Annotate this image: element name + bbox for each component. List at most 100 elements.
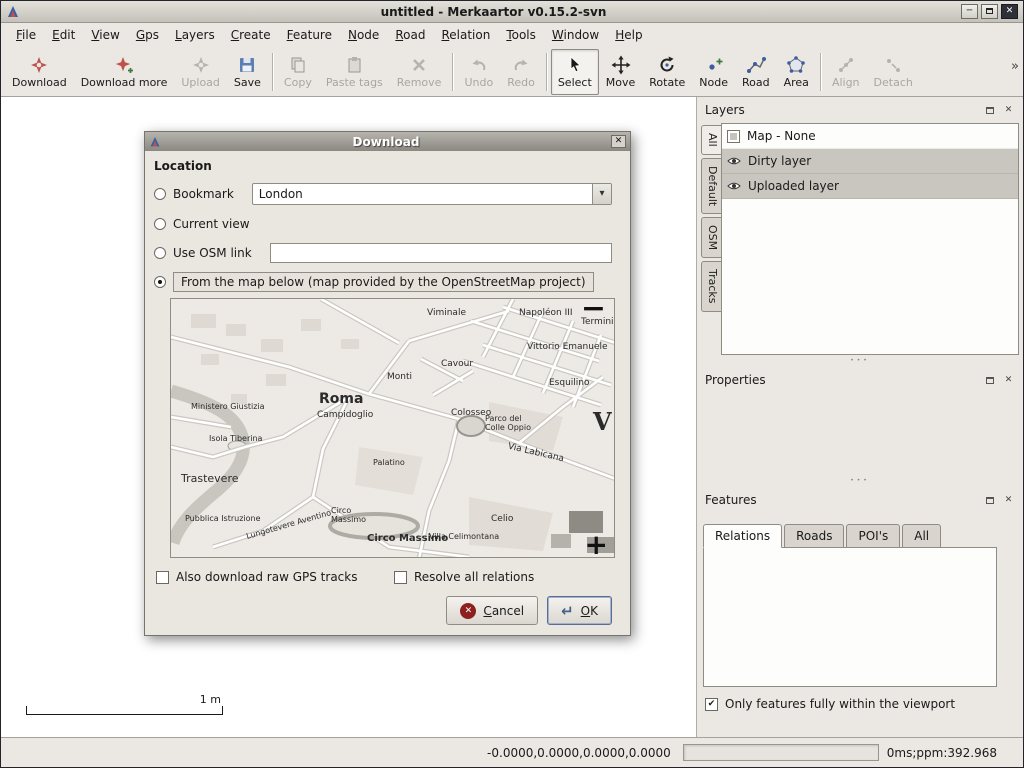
properties-close-button[interactable]: ✕: [1002, 374, 1015, 386]
radio-use-osm-link-label[interactable]: Use OSM link: [173, 246, 252, 260]
features-tab-relations[interactable]: Relations: [703, 524, 782, 548]
features-dock-header: Features ✕: [701, 491, 1019, 509]
float-icon: [986, 497, 994, 504]
radio-current-view-label[interactable]: Current view: [173, 217, 250, 231]
menu-node[interactable]: Node: [341, 25, 386, 45]
gps-tracks-checkbox[interactable]: [156, 571, 169, 584]
features-close-button[interactable]: ✕: [1002, 494, 1015, 506]
menu-file[interactable]: File: [9, 25, 43, 45]
layers-tab-default[interactable]: Default: [701, 158, 721, 214]
select-cursor-icon: [565, 55, 585, 75]
select-button[interactable]: Select: [551, 49, 599, 95]
features-tab-roads[interactable]: Roads: [784, 524, 844, 548]
menu-window[interactable]: Window: [545, 25, 606, 45]
upload-button[interactable]: Upload: [174, 49, 227, 95]
layer-visibility-checkbox[interactable]: [727, 130, 740, 143]
copy-icon: [288, 55, 308, 75]
road-button[interactable]: Road: [735, 49, 777, 95]
rotate-icon: [657, 55, 677, 75]
layers-tab-osm[interactable]: OSM: [701, 217, 721, 258]
dialog-close-button[interactable]: ✕: [611, 135, 626, 148]
redo-button[interactable]: Redo: [500, 49, 542, 95]
map-place-label: Isola Tiberina: [209, 435, 262, 444]
node-icon: [704, 55, 724, 75]
layers-tab-all[interactable]: All: [701, 125, 721, 155]
radio-bookmark[interactable]: [154, 188, 166, 200]
features-float-button[interactable]: [983, 494, 996, 506]
features-tab-all[interactable]: All: [902, 524, 941, 548]
minimize-button[interactable]: ─: [961, 4, 978, 19]
map-place-label: Trastevere: [181, 473, 239, 485]
menu-layers[interactable]: Layers: [168, 25, 222, 45]
maximize-button[interactable]: [981, 4, 998, 19]
radio-from-map[interactable]: [154, 276, 166, 288]
bookmark-combobox[interactable]: London ▾: [252, 183, 612, 205]
undo-button[interactable]: Undo: [457, 49, 500, 95]
toolbar-overflow-chevron[interactable]: »: [1011, 59, 1019, 74]
align-button[interactable]: Align: [825, 49, 867, 95]
radio-from-map-label[interactable]: From the map below (map provided by the …: [173, 272, 594, 292]
menu-create[interactable]: Create: [224, 25, 278, 45]
layer-row-dirty[interactable]: Dirty layer: [722, 149, 1018, 174]
node-button[interactable]: Node: [692, 49, 735, 95]
dialog-map[interactable]: − + ViminaleNapoléon IIITerminiVittorio …: [170, 298, 615, 558]
gps-tracks-label[interactable]: Also download raw GPS tracks: [176, 570, 357, 584]
titlebar[interactable]: untitled - Merkaartor v0.15.2-svn ─ ✕: [1, 1, 1023, 23]
save-button[interactable]: Save: [227, 49, 268, 95]
properties-resize-grip[interactable]: •••: [701, 475, 1019, 487]
radio-bookmark-label[interactable]: Bookmark: [173, 187, 234, 201]
layer-list[interactable]: Map - None Dirty layer Uploaded layer: [721, 123, 1019, 355]
ok-button[interactable]: ↵ OK: [547, 596, 612, 625]
layers-resize-grip[interactable]: •••: [701, 355, 1019, 367]
app-icon: [6, 5, 20, 19]
menu-gps[interactable]: Gps: [129, 25, 166, 45]
upload-icon: [191, 55, 211, 75]
float-icon: [986, 377, 994, 384]
download-more-button[interactable]: Download more: [74, 49, 175, 95]
radio-current-view[interactable]: [154, 218, 166, 230]
area-button[interactable]: Area: [777, 49, 816, 95]
resolve-relations-label[interactable]: Resolve all relations: [414, 570, 534, 584]
toolbar-separator: [272, 53, 273, 91]
resolve-relations-checkbox[interactable]: [394, 571, 407, 584]
radio-use-osm-link[interactable]: [154, 247, 166, 259]
menu-edit[interactable]: Edit: [45, 25, 82, 45]
location-group-label: Location: [154, 159, 612, 173]
zoom-in-button[interactable]: +: [585, 528, 608, 558]
rotate-button[interactable]: Rotate: [642, 49, 692, 95]
scale-label: 1 m: [200, 693, 221, 706]
chevron-down-icon[interactable]: ▾: [592, 184, 611, 204]
float-icon: [986, 107, 994, 114]
menu-feature[interactable]: Feature: [280, 25, 339, 45]
remove-button[interactable]: Remove: [390, 49, 449, 95]
osm-link-input[interactable]: [270, 243, 612, 263]
menu-relation[interactable]: Relation: [434, 25, 497, 45]
copy-button[interactable]: Copy: [277, 49, 319, 95]
cancel-button[interactable]: ✕ Cancel: [446, 596, 538, 625]
detach-button[interactable]: Detach: [867, 49, 920, 95]
bookmark-combobox-value: London: [259, 187, 303, 201]
eye-icon[interactable]: [727, 155, 741, 167]
paste-tags-button[interactable]: Paste tags: [319, 49, 390, 95]
align-icon: [836, 55, 856, 75]
download-button[interactable]: Download: [5, 49, 74, 95]
move-button[interactable]: Move: [599, 49, 643, 95]
menu-view[interactable]: View: [84, 25, 126, 45]
layers-close-button[interactable]: ✕: [1002, 104, 1015, 116]
eye-icon[interactable]: [727, 180, 741, 192]
dialog-titlebar[interactable]: Download ✕: [145, 132, 630, 151]
menu-road[interactable]: Road: [388, 25, 432, 45]
menu-help[interactable]: Help: [608, 25, 649, 45]
layers-float-button[interactable]: [983, 104, 996, 116]
features-tab-pois[interactable]: POI's: [846, 524, 900, 548]
map-place-label: Campidoglio: [317, 411, 373, 421]
layer-row-map-none[interactable]: Map - None: [722, 124, 1018, 149]
layer-row-uploaded[interactable]: Uploaded layer: [722, 174, 1018, 199]
features-list[interactable]: [703, 547, 997, 687]
viewport-filter-checkbox[interactable]: ✔: [705, 698, 718, 711]
layers-tab-tracks[interactable]: Tracks: [701, 261, 721, 312]
cancel-icon: ✕: [460, 603, 476, 619]
menu-tools[interactable]: Tools: [499, 25, 543, 45]
close-button[interactable]: ✕: [1001, 4, 1018, 19]
properties-float-button[interactable]: [983, 374, 996, 386]
